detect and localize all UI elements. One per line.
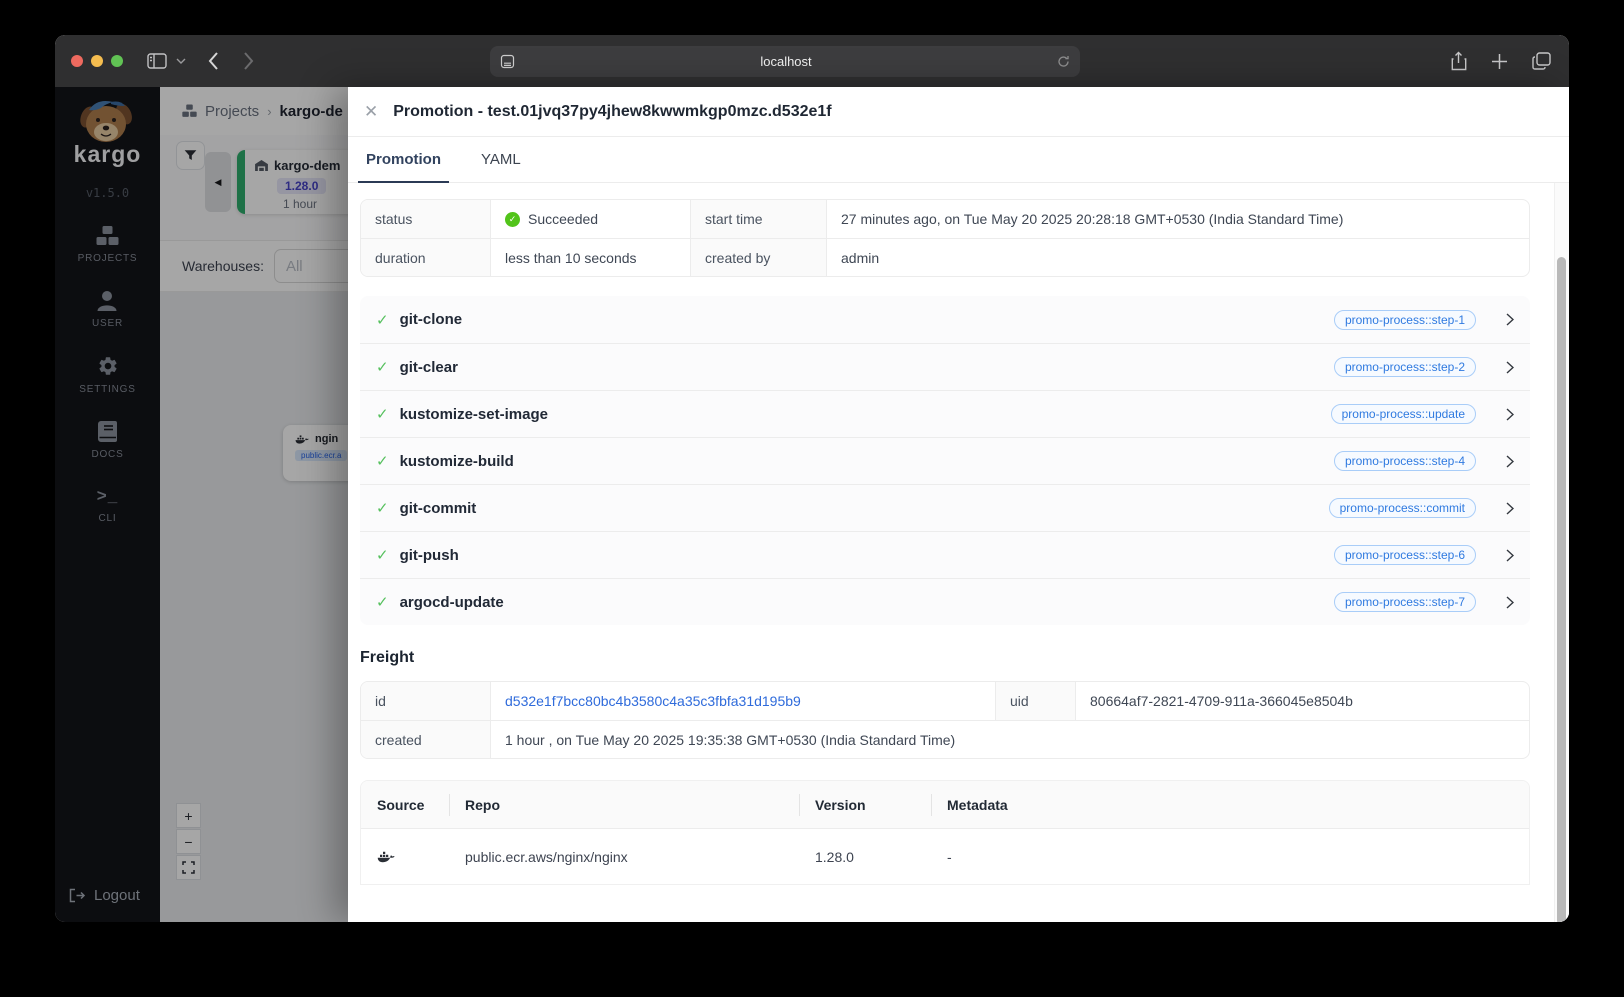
step-badge: promo-process::commit bbox=[1328, 498, 1476, 518]
artifact-source-cell bbox=[361, 829, 449, 884]
scrollbar-thumb[interactable] bbox=[1557, 257, 1566, 922]
step-row-kustomize-set-image[interactable]: ✓ kustomize-set-image promo-process::upd… bbox=[360, 390, 1530, 437]
modal-title: Promotion - test.01jvq37py4jhew8kwwmkgp0… bbox=[393, 102, 832, 120]
step-badge: promo-process::step-1 bbox=[1333, 309, 1476, 330]
reload-icon[interactable] bbox=[1057, 55, 1070, 68]
column-header-repo: Repo bbox=[449, 781, 799, 828]
column-header-source: Source bbox=[377, 796, 425, 813]
chevron-right-icon[interactable] bbox=[1506, 454, 1514, 468]
traffic-lights bbox=[71, 55, 123, 67]
back-button[interactable] bbox=[208, 52, 219, 70]
created-by-label: created by bbox=[691, 239, 827, 276]
step-row-git-push[interactable]: ✓ git-push promo-process::step-6 bbox=[360, 531, 1530, 578]
step-badge: promo-process::step-7 bbox=[1333, 592, 1476, 612]
forward-button[interactable] bbox=[243, 52, 254, 70]
check-icon: ✓ bbox=[376, 453, 389, 470]
chevron-right-icon[interactable] bbox=[1506, 595, 1514, 609]
step-badge: promo-process::update bbox=[1330, 404, 1476, 424]
check-icon: ✓ bbox=[376, 547, 389, 564]
freight-uid-value: 80664af7-2821-4709-911a-366045e8504b bbox=[1090, 693, 1353, 709]
modal-content: status ✓ Succeeded start time 27 minutes… bbox=[348, 183, 1554, 922]
url-text: localhost bbox=[760, 54, 812, 69]
step-row-git-clear[interactable]: ✓ git-clear promo-process::step-2 bbox=[360, 343, 1530, 390]
status-value: ✓ Succeeded bbox=[491, 200, 691, 238]
artifact-version-cell: 1.28.0 bbox=[815, 848, 854, 865]
step-badge: promo-process::step-6 bbox=[1333, 545, 1476, 565]
artifacts-header-row: Source Repo Version Metadata bbox=[361, 781, 1529, 829]
browser-toolbar: localhost bbox=[55, 35, 1569, 87]
tab-overview-icon[interactable] bbox=[1532, 52, 1551, 70]
freight-id-link[interactable]: d532e1f7bcc80bc4b3580c4a35c3fbfa31d195b9 bbox=[505, 693, 801, 709]
start-time-label: start time bbox=[691, 200, 827, 238]
freight-heading: Freight bbox=[360, 649, 415, 666]
new-tab-icon[interactable] bbox=[1491, 53, 1508, 70]
zoom-window-button[interactable] bbox=[111, 55, 123, 67]
check-icon: ✓ bbox=[376, 359, 389, 376]
start-time-value: 27 minutes ago, on Tue May 20 2025 20:28… bbox=[841, 211, 1344, 227]
step-badge: promo-process::step-4 bbox=[1333, 451, 1476, 471]
chevron-right-icon[interactable] bbox=[1506, 407, 1514, 421]
check-icon: ✓ bbox=[376, 500, 389, 517]
check-icon: ✓ bbox=[376, 594, 389, 611]
chevron-right-icon[interactable] bbox=[1506, 548, 1514, 562]
modal-tabs: Promotion YAML bbox=[348, 137, 1569, 183]
chevron-right-icon[interactable] bbox=[1506, 360, 1514, 374]
freight-id-value: d532e1f7bcc80bc4b3580c4a35c3fbfa31d195b9 bbox=[491, 682, 996, 720]
check-icon: ✓ bbox=[376, 406, 389, 423]
check-icon: ✓ bbox=[376, 311, 389, 329]
step-row-git-clone[interactable]: ✓ git-clone promo-process::step-1 bbox=[360, 296, 1530, 343]
status-label: status bbox=[361, 200, 491, 238]
promotion-modal: ✕ Promotion - test.01jvq37py4jhew8kwwmkg… bbox=[348, 87, 1569, 922]
step-row-git-commit[interactable]: ✓ git-commit promo-process::commit bbox=[360, 484, 1530, 531]
success-check-icon: ✓ bbox=[505, 211, 520, 227]
table-row: public.ecr.aws/nginx/nginx 1.28.0 - bbox=[361, 829, 1529, 885]
modal-header: ✕ Promotion - test.01jvq37py4jhew8kwwmkg… bbox=[348, 87, 1569, 137]
artifact-repo-cell: public.ecr.aws/nginx/nginx bbox=[465, 848, 628, 865]
freight-created-label: created bbox=[361, 721, 491, 758]
chevron-right-icon[interactable] bbox=[1506, 313, 1514, 326]
column-header-metadata: Metadata bbox=[931, 781, 1529, 828]
freight-uid-label: uid bbox=[996, 682, 1076, 720]
tab-yaml[interactable]: YAML bbox=[473, 137, 529, 182]
table-row: created 1 hour , on Tue May 20 2025 19:3… bbox=[361, 720, 1529, 758]
step-row-kustomize-build[interactable]: ✓ kustomize-build promo-process::step-4 bbox=[360, 437, 1530, 484]
chevron-down-icon[interactable] bbox=[176, 58, 186, 64]
minimize-window-button[interactable] bbox=[91, 55, 103, 67]
freight-created-value: 1 hour , on Tue May 20 2025 19:35:38 GMT… bbox=[505, 731, 956, 748]
close-window-button[interactable] bbox=[71, 55, 83, 67]
table-row: status ✓ Succeeded start time 27 minutes… bbox=[361, 200, 1529, 238]
app-root: kargo v1.5.0 PROJECTS USER SETTINGS DOCS… bbox=[55, 87, 1569, 922]
freight-table: id d532e1f7bcc80bc4b3580c4a35c3fbfa31d19… bbox=[360, 681, 1530, 759]
sidebar-toggle-icon[interactable] bbox=[147, 53, 167, 69]
promotion-steps-list: ✓ git-clone promo-process::step-1 ✓ git-… bbox=[360, 296, 1530, 625]
artifact-metadata-cell: - bbox=[947, 848, 952, 865]
duration-label: duration bbox=[361, 239, 491, 276]
table-row: duration less than 10 seconds created by… bbox=[361, 238, 1529, 276]
address-bar[interactable]: localhost bbox=[490, 46, 1080, 77]
browser-window: localhost kargo v1.5.0 PROJECTS USER SET… bbox=[55, 35, 1569, 922]
share-icon[interactable] bbox=[1450, 51, 1467, 71]
close-icon[interactable]: ✕ bbox=[364, 103, 378, 120]
page-icon bbox=[500, 54, 515, 69]
freight-id-label: id bbox=[361, 682, 491, 720]
duration-value: less than 10 seconds bbox=[491, 239, 691, 276]
column-header-version: Version bbox=[799, 781, 931, 828]
step-badge: promo-process::step-2 bbox=[1333, 357, 1476, 377]
step-row-argocd-update[interactable]: ✓ argocd-update promo-process::step-7 bbox=[360, 578, 1530, 625]
docker-icon bbox=[377, 851, 395, 862]
freight-artifacts-table: Source Repo Version Metadata public.ecr. bbox=[360, 780, 1530, 885]
created-by-value: admin bbox=[841, 249, 880, 266]
chevron-right-icon[interactable] bbox=[1506, 501, 1514, 515]
table-row: id d532e1f7bcc80bc4b3580c4a35c3fbfa31d19… bbox=[361, 682, 1529, 720]
tab-promotion[interactable]: Promotion bbox=[358, 137, 449, 183]
promotion-summary-table: status ✓ Succeeded start time 27 minutes… bbox=[360, 199, 1530, 277]
modal-scrollbar bbox=[1554, 183, 1569, 922]
